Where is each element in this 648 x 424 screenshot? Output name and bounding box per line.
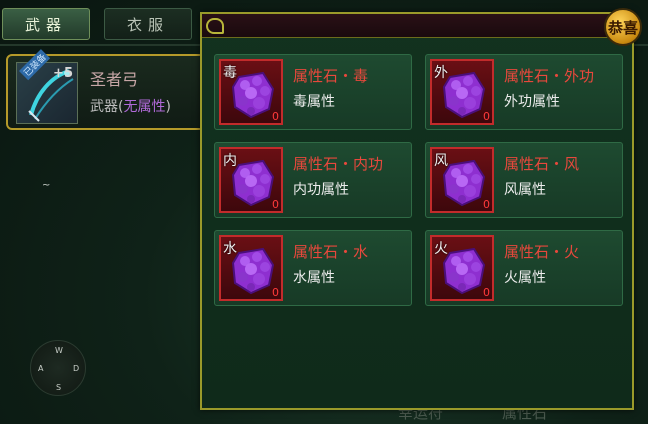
item-count: 0 <box>483 110 490 123</box>
item-count: 0 <box>483 198 490 211</box>
item-title: 属性石・火 <box>504 243 580 261</box>
popup-header <box>202 14 632 38</box>
item-description: 火属性 <box>504 270 546 286</box>
compass-a: A <box>38 364 44 373</box>
item-count: 0 <box>272 286 279 299</box>
item-title: 属性石・毒 <box>293 67 369 85</box>
item-description: 内功属性 <box>293 182 349 198</box>
reward-popup: 恭喜 毒 0 属性石・毒 毒属性 外 0 属性石・外功 外功属性 内 0 属性石… <box>200 8 642 410</box>
tab-weapon-label: 武器 <box>24 15 67 34</box>
tab-clothes[interactable]: 衣服 <box>104 8 192 40</box>
item-slot[interactable]: 毒 0 <box>219 59 283 125</box>
reward-item[interactable]: 火 0 属性石・火 火属性 <box>425 230 623 306</box>
item-title: 属性石・外功 <box>504 67 595 85</box>
ornament-icon <box>206 18 224 34</box>
item-description: 风属性 <box>504 182 546 198</box>
item-title: 属性石・内功 <box>293 155 384 173</box>
item-count: 0 <box>272 110 279 123</box>
item-title: 属性石・风 <box>504 155 580 173</box>
item-description: 水属性 <box>293 270 335 286</box>
item-glyph: 内 <box>223 153 237 169</box>
reward-item[interactable]: 内 0 属性石・内功 内功属性 <box>214 142 412 218</box>
item-glyph: 外 <box>434 65 448 81</box>
reward-item[interactable]: 风 0 属性石・风 风属性 <box>425 142 623 218</box>
reward-item[interactable]: 毒 0 属性石・毒 毒属性 <box>214 54 412 130</box>
item-description: 毒属性 <box>293 94 335 110</box>
reward-item[interactable]: 水 0 属性石・水 水属性 <box>214 230 412 306</box>
item-title: 属性石・水 <box>293 243 369 261</box>
item-count: 0 <box>272 198 279 211</box>
compass-d: D <box>73 364 80 373</box>
tab-weapon[interactable]: 武器 <box>2 8 90 40</box>
weapon-attribute: 无属性 <box>123 99 166 115</box>
tab-clothes-label: 衣服 <box>126 15 169 34</box>
item-slot[interactable]: 水 0 <box>219 235 283 301</box>
tilde-mark: ~ <box>42 180 51 191</box>
weapon-card[interactable]: 已装备 +5 圣者弓 武器(无属性) <box>6 49 216 130</box>
item-slot[interactable]: 外 0 <box>430 59 494 125</box>
compass-w: W <box>55 346 63 355</box>
movement-compass[interactable]: W A D S <box>30 340 86 396</box>
item-slot[interactable]: 风 0 <box>430 147 494 213</box>
item-slot[interactable]: 火 0 <box>430 235 494 301</box>
item-glyph: 火 <box>434 241 448 257</box>
weapon-type-line: 武器(无属性) <box>90 96 171 116</box>
bow-icon: 已装备 +5 <box>16 49 78 124</box>
item-description: 外功属性 <box>504 94 560 110</box>
reward-item[interactable]: 外 0 属性石・外功 外功属性 <box>425 54 623 130</box>
weapon-name: 圣者弓 <box>90 70 139 89</box>
item-glyph: 水 <box>223 241 237 257</box>
item-slot[interactable]: 内 0 <box>219 147 283 213</box>
item-glyph: 风 <box>434 153 448 169</box>
compass-s: S <box>56 383 62 392</box>
weapon-type: 武器 <box>90 99 118 115</box>
item-count: 0 <box>483 286 490 299</box>
gold-coin-badge-icon: 恭喜 <box>604 8 642 46</box>
weapon-attr-close: ) <box>165 99 171 115</box>
item-glyph: 毒 <box>223 65 237 81</box>
enhance-level: +5 <box>53 66 73 81</box>
